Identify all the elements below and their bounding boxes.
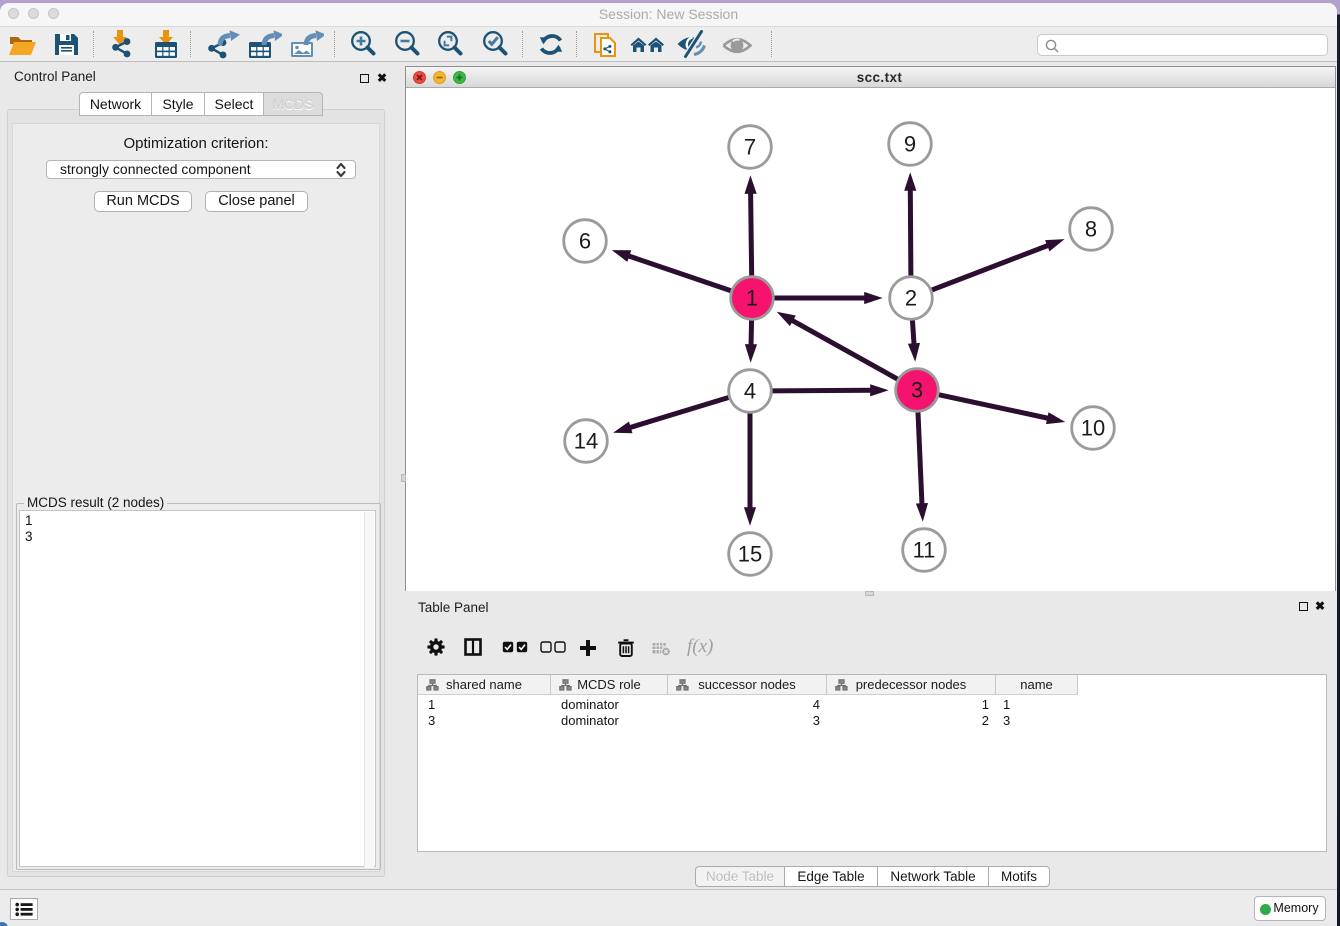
- svg-text:10: 10: [1081, 416, 1105, 441]
- svg-text:1: 1: [746, 286, 758, 311]
- svg-text:14: 14: [574, 429, 598, 454]
- svg-text:15: 15: [738, 542, 762, 567]
- svg-text:7: 7: [744, 135, 756, 160]
- svg-text:8: 8: [1085, 217, 1097, 242]
- svg-text:4: 4: [744, 379, 756, 404]
- svg-text:3: 3: [911, 378, 923, 403]
- svg-text:2: 2: [905, 286, 917, 311]
- svg-text:11: 11: [913, 538, 936, 563]
- svg-text:6: 6: [579, 229, 591, 254]
- svg-text:9: 9: [904, 132, 916, 157]
